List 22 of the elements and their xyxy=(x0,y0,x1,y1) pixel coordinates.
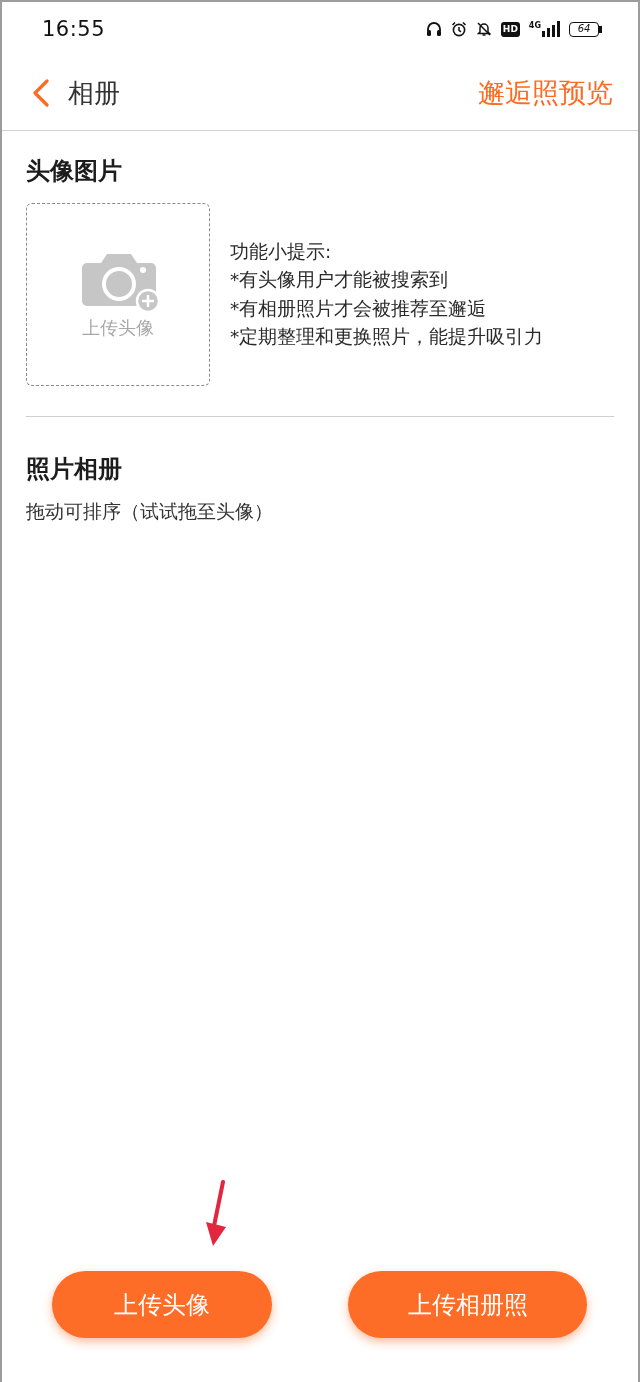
preview-link[interactable]: 邂逅照预览 xyxy=(478,75,613,111)
tips-heading: 功能小提示: xyxy=(230,239,333,264)
page-title: 相册 xyxy=(68,76,120,110)
network-type: 4G xyxy=(528,21,541,30)
tip-text: *定期整理和更换照片，能提升吸引力 xyxy=(230,325,544,349)
battery-indicator: 64 xyxy=(569,21,602,37)
section-title: 照片相册 xyxy=(26,454,123,485)
alarm-clock-icon xyxy=(450,21,467,37)
avatar-upload-box[interactable]: 上传头像 xyxy=(26,203,210,386)
headset-icon xyxy=(425,21,442,37)
upload-album-button[interactable]: 上传相册照 xyxy=(348,1271,587,1338)
section-title: 头像图片 xyxy=(26,156,123,187)
back-icon[interactable] xyxy=(32,79,50,107)
clock-time: 16:55 xyxy=(42,17,106,41)
annotation-arrow xyxy=(205,1180,227,1248)
signal-bars-icon xyxy=(542,21,560,37)
hd-badge: HD xyxy=(500,21,520,37)
bell-off-icon xyxy=(475,21,492,37)
upload-avatar-button[interactable]: 上传头像 xyxy=(52,1271,272,1338)
tip-text: *有头像用户才能被搜索到 xyxy=(230,268,450,292)
section-hint: 拖动可排序（试试拖至头像） xyxy=(26,499,274,524)
tip-text: *有相册照片才会被推荐至邂逅 xyxy=(230,296,488,321)
